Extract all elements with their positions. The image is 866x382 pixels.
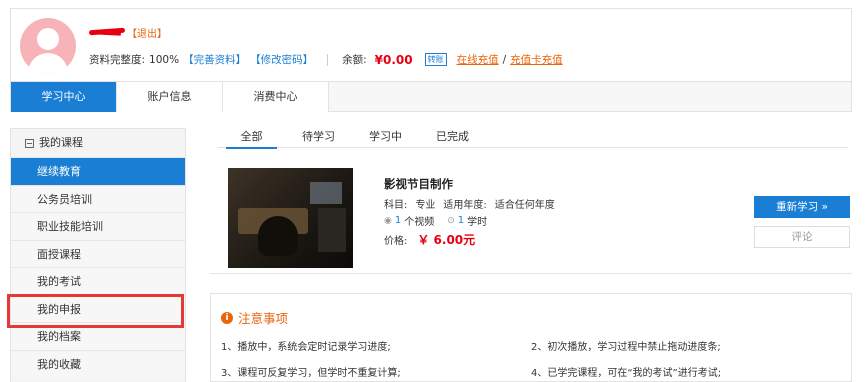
hours-unit: 学时 <box>467 217 488 228</box>
redacted-username <box>89 27 127 37</box>
subject-label: 科目: <box>384 200 408 211</box>
video-icon: ◉ <box>384 215 392 226</box>
notice-item: 3、课程可反复学习，但学时不重复计算; <box>221 368 401 379</box>
sidebar: 我的课程 继续教育 公务员培训 职业技能培训 面授课程 我的考试 我的申报 我的… <box>10 128 186 382</box>
tab-all[interactable]: 全部 <box>218 128 285 149</box>
comment-button[interactable]: 评论 <box>754 226 850 248</box>
notice-item: 1、播放中，系统会定时记录学习进度; <box>221 342 391 353</box>
notice-panel: i 注意事项 1、播放中，系统会定时记录学习进度; 2、初次播放，学习过程中禁止… <box>210 293 852 382</box>
notice-title: i 注意事项 <box>221 308 288 327</box>
online-recharge-link[interactable]: 在线充值 <box>457 52 499 67</box>
notice-title-text: 注意事项 <box>238 311 289 326</box>
completeness-value: 100% <box>149 53 180 66</box>
price-label: 价格: <box>384 236 408 247</box>
divider <box>327 53 329 66</box>
year-value: 适合任何年度 <box>494 200 555 211</box>
info-icon: i <box>221 311 233 324</box>
sidebar-item-vocational-training[interactable]: 职业技能培训 <box>11 212 185 240</box>
course-filter-tabs: 全部 待学习 学习中 已完成 <box>218 128 848 149</box>
top-tabs: 学习中心 账户信息 消费中心 <box>11 81 851 112</box>
balance-value: ¥0.00 <box>374 52 413 67</box>
complete-info-link[interactable]: 【完善资料】 <box>183 52 246 67</box>
relearn-button[interactable]: 重新学习 » <box>754 196 850 218</box>
avatar-body <box>28 53 68 74</box>
recharge-divider: / <box>502 53 507 66</box>
course-meta: 科目: 专业 适用年度: 适合任何年度 <box>384 196 555 211</box>
sidebar-item-my-exams[interactable]: 我的考试 <box>11 267 185 295</box>
sidebar-header[interactable]: 我的课程 <box>11 129 185 157</box>
hours-count: 1 <box>457 215 465 226</box>
sidebar-item-face-to-face[interactable]: 面授课程 <box>11 239 185 267</box>
sidebar-item-continuing-education[interactable]: 继续教育 <box>11 157 185 185</box>
price-value: ￥ 6.00元 <box>417 233 476 247</box>
video-unit: 个视频 <box>404 217 435 228</box>
tab-completed[interactable]: 已完成 <box>419 128 486 148</box>
tab-learning-center[interactable]: 学习中心 <box>11 82 117 112</box>
tab-consumption-center[interactable]: 消费中心 <box>223 82 329 112</box>
course-thumbnail[interactable] <box>228 168 353 268</box>
subject-value: 专业 <box>415 200 436 211</box>
clock-icon: ⊙ <box>447 215 455 226</box>
tab-account-info[interactable]: 账户信息 <box>117 82 223 112</box>
course-title[interactable]: 影视节目制作 <box>384 176 453 192</box>
sidebar-item-my-favorites[interactable]: 我的收藏 <box>11 349 185 377</box>
year-label: 适用年度: <box>443 200 487 211</box>
completeness-label: 资料完整度: <box>89 54 146 66</box>
sidebar-item-my-declarations[interactable]: 我的申报 <box>11 294 185 322</box>
account-info-line: 资料完整度: 100% 【完善资料】 【修改密码】 余额: ¥0.00 转账 在… <box>89 52 563 67</box>
username-row: 【退出】 <box>89 25 167 40</box>
sidebar-item-my-records[interactable]: 我的档案 <box>11 322 185 350</box>
notice-item: 2、初次播放，学习过程中禁止拖动进度条; <box>531 342 721 353</box>
transfer-button[interactable]: 转账 <box>424 53 447 66</box>
collapse-icon <box>25 138 34 148</box>
course-price: 价格: ￥ 6.00元 <box>384 231 475 248</box>
course-item: 影视节目制作 科目: 专业 适用年度: 适合任何年度 ◉ 1 个视频 ⊙ 1 学… <box>210 162 852 274</box>
change-password-link[interactable]: 【修改密码】 <box>250 52 313 67</box>
logout-link[interactable]: 【退出】 <box>127 25 167 40</box>
tab-to-learn[interactable]: 待学习 <box>285 128 352 148</box>
balance-label: 余额: <box>342 54 367 66</box>
avatar[interactable] <box>20 18 76 74</box>
sidebar-header-label: 我的课程 <box>39 136 83 149</box>
notice-item: 4、已学完课程，可在“我的考试”进行考试; <box>531 368 722 379</box>
tab-in-progress[interactable]: 学习中 <box>352 128 419 148</box>
sidebar-item-civil-servant-training[interactable]: 公务员培训 <box>11 184 185 212</box>
avatar-head <box>37 28 59 50</box>
course-stats: ◉ 1 个视频 ⊙ 1 学时 <box>384 213 487 228</box>
profile-panel: 【退出】 资料完整度: 100% 【完善资料】 【修改密码】 余额: ¥0.00… <box>10 8 852 112</box>
video-count: 1 <box>394 215 402 226</box>
card-recharge-link[interactable]: 充值卡充值 <box>510 52 563 67</box>
